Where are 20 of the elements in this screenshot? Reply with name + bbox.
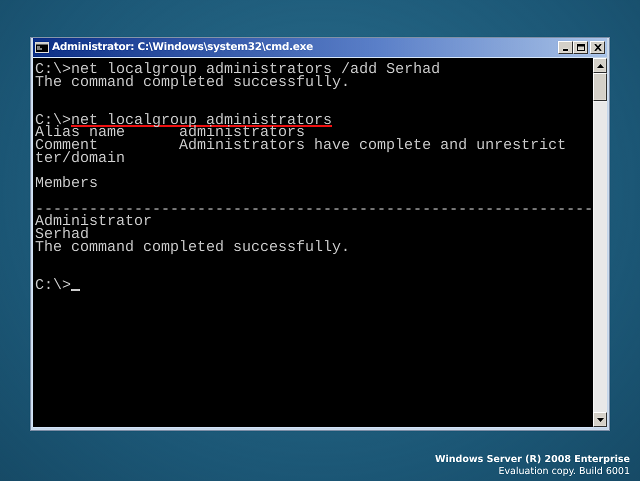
scrollbar[interactable] bbox=[593, 58, 607, 427]
down-arrow-icon bbox=[596, 418, 604, 422]
up-arrow-icon bbox=[596, 64, 604, 68]
scroll-down-button[interactable] bbox=[593, 412, 607, 427]
output-line: The command completed successfully. bbox=[35, 76, 350, 90]
output-line: ter/domain bbox=[35, 152, 126, 166]
output-line: The command completed successfully. bbox=[35, 242, 350, 254]
close-icon bbox=[594, 44, 602, 51]
window-title: Administrator: C:\Windows\system32\cmd.exe bbox=[52, 40, 314, 55]
scroll-up-button[interactable] bbox=[593, 58, 607, 73]
minimize-button[interactable] bbox=[558, 41, 573, 54]
maximize-button[interactable] bbox=[573, 41, 588, 54]
scroll-thumb[interactable] bbox=[593, 73, 607, 101]
maximize-icon bbox=[576, 44, 584, 51]
console-icon bbox=[35, 42, 49, 53]
close-button[interactable] bbox=[590, 41, 605, 54]
branding-text: Windows Server (R) 2008 Enterprise bbox=[435, 454, 630, 466]
output-line: Members bbox=[35, 178, 98, 191]
branding-text: Evaluation copy. Build 6001 bbox=[497, 466, 630, 478]
command-prompt: C:\> bbox=[35, 280, 72, 292]
